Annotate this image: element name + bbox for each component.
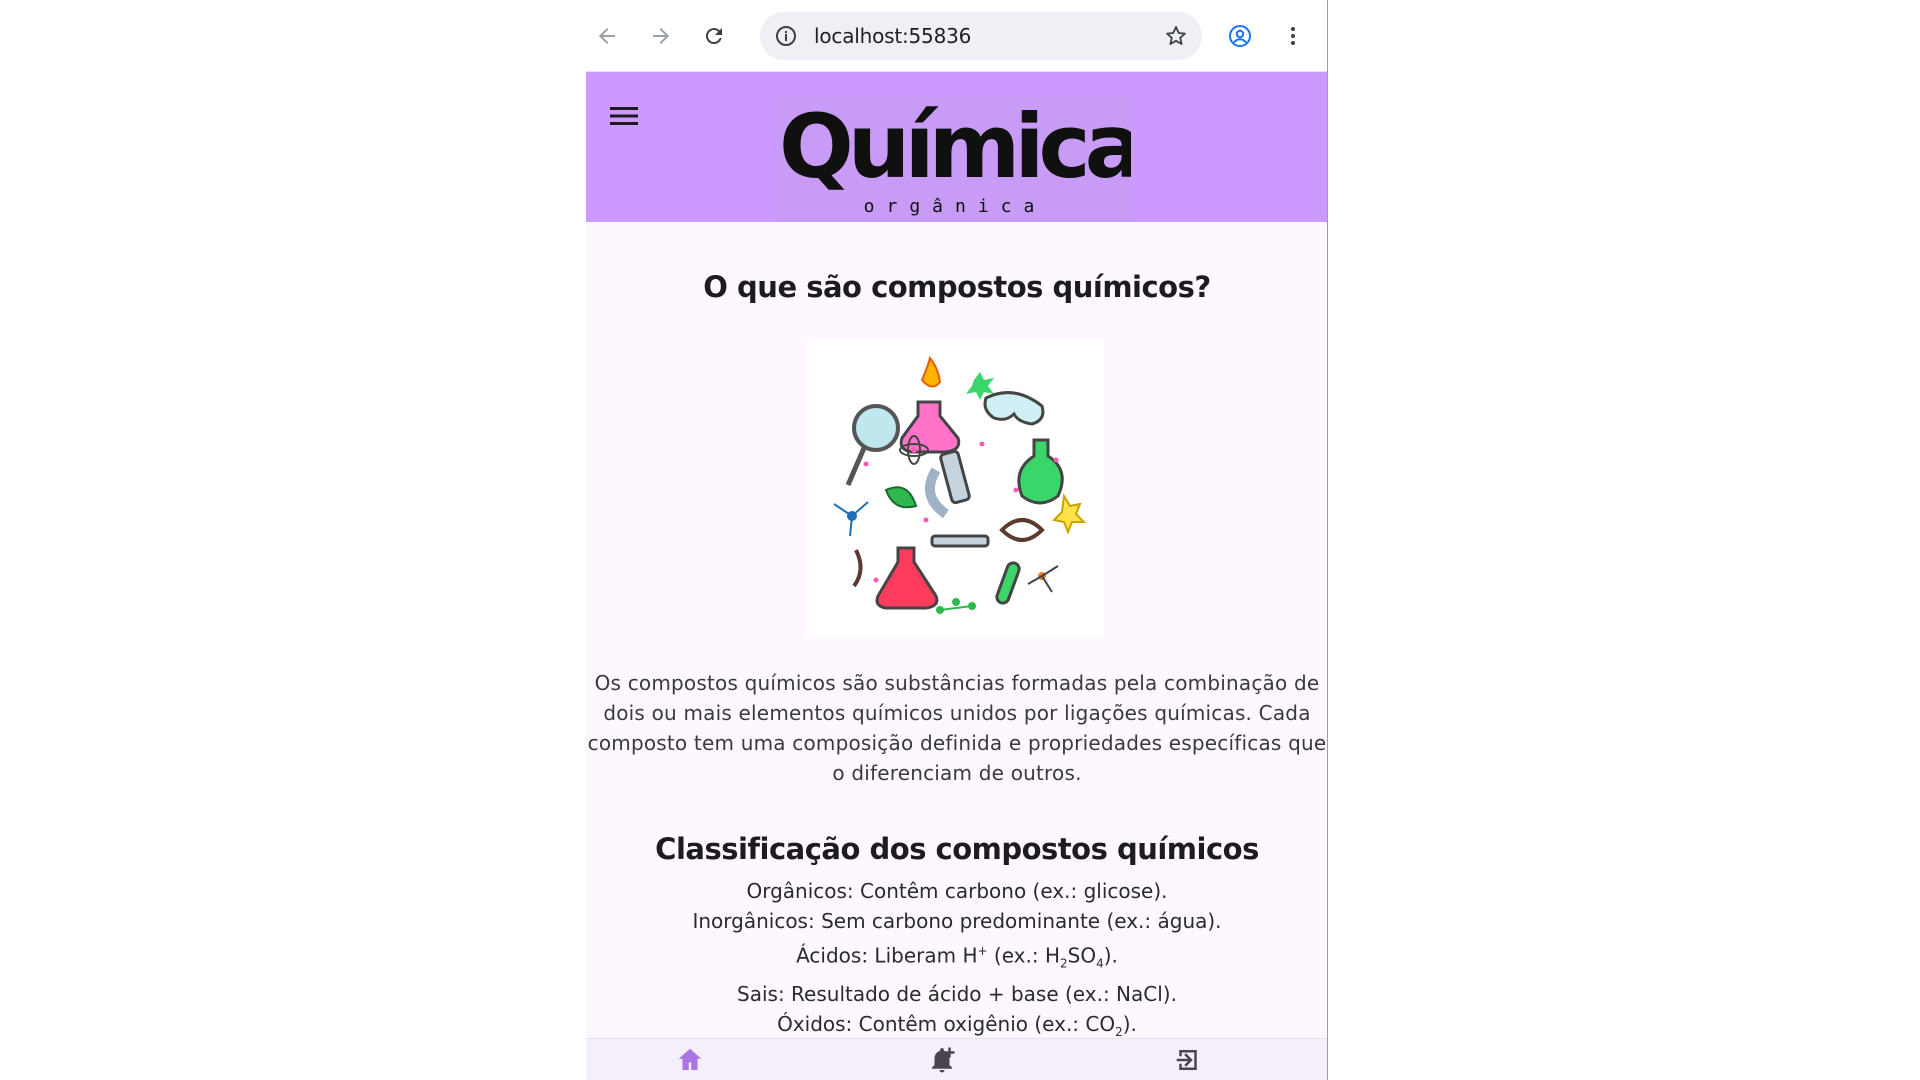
nav-notifications[interactable] <box>922 1045 962 1080</box>
logo-subtitle: orgânica <box>863 196 1047 217</box>
reload-button[interactable] <box>696 18 732 54</box>
back-button[interactable] <box>589 18 625 54</box>
nav-logout[interactable] <box>1168 1045 1208 1080</box>
browser-toolbar: localhost:55836 <box>586 0 1327 72</box>
url-text[interactable]: localhost:55836 <box>814 12 971 60</box>
classification-list: Orgânicos: Contêm carbono (ex.: glicose)… <box>586 876 1327 1038</box>
class-salts: Sais: Resultado de ácido + base (ex.: Na… <box>737 981 1177 1006</box>
class-acids: Ácidos: Liberam H+ (ex.: H2SO4). <box>586 936 1327 979</box>
class-organic: Orgânicos: Contêm carbono (ex.: glicose)… <box>746 879 1168 903</box>
nav-home[interactable] <box>670 1045 710 1080</box>
acids-sub-o: 4 <box>1096 956 1104 971</box>
acids-example: (ex.: H <box>987 943 1060 968</box>
oxides-text: Óxidos: Contêm oxigênio (ex.: CO <box>777 1011 1116 1036</box>
oxides-end: ). <box>1122 1011 1137 1036</box>
notification-add-icon <box>932 1047 955 1073</box>
bottom-navigation-bar <box>586 1038 1327 1080</box>
chemistry-doodle-image <box>833 355 1087 614</box>
home-icon <box>678 1048 702 1070</box>
logo-title: Química <box>779 96 1131 198</box>
class-oxides: Óxidos: Contêm oxigênio (ex.: CO2). <box>586 1009 1327 1038</box>
info-icon[interactable] <box>774 24 798 48</box>
app-screen: Química orgânica O que são compostos quí… <box>586 72 1327 1080</box>
arrow-right-icon <box>653 28 669 44</box>
forward-button[interactable] <box>643 18 679 54</box>
hamburger-menu-icon <box>610 107 638 125</box>
app-bar: Química orgânica <box>586 72 1327 222</box>
class-inorganic: Inorgânicos: Sem carbono predominante (e… <box>692 909 1222 933</box>
acids-text: Ácidos: Liberam H <box>796 943 978 968</box>
arrow-left-icon <box>599 28 615 44</box>
account-icon <box>1229 25 1251 47</box>
acids-end: ). <box>1103 943 1118 968</box>
classification-heading: Classificação dos compostos químicos <box>655 832 1259 866</box>
page-title: O que são compostos químicos? <box>703 270 1211 304</box>
acids-so: SO <box>1067 943 1097 968</box>
logout-icon <box>1176 1050 1197 1070</box>
menu-button[interactable] <box>604 96 644 136</box>
chemistry-illustration <box>806 340 1104 638</box>
main-content: O que são compostos químicos? Os compost… <box>586 222 1327 1038</box>
address-bar[interactable]: localhost:55836 <box>760 12 1202 60</box>
app-logo: Química orgânica <box>779 96 1131 222</box>
reload-icon <box>705 28 722 45</box>
bookmark-star-icon[interactable] <box>1164 24 1188 48</box>
more-vert-icon <box>1291 27 1295 45</box>
oxides-sub: 2 <box>1115 1024 1123 1038</box>
acids-charge: + <box>977 944 988 958</box>
acids-sub-h: 2 <box>1060 956 1068 971</box>
profile-button[interactable] <box>1222 18 1258 54</box>
browser-menu-button[interactable] <box>1275 18 1311 54</box>
browser-window: localhost:55836 Química orgânica O que s… <box>586 0 1328 1080</box>
description-paragraph: Os compostos químicos são substâncias fo… <box>587 671 1327 785</box>
